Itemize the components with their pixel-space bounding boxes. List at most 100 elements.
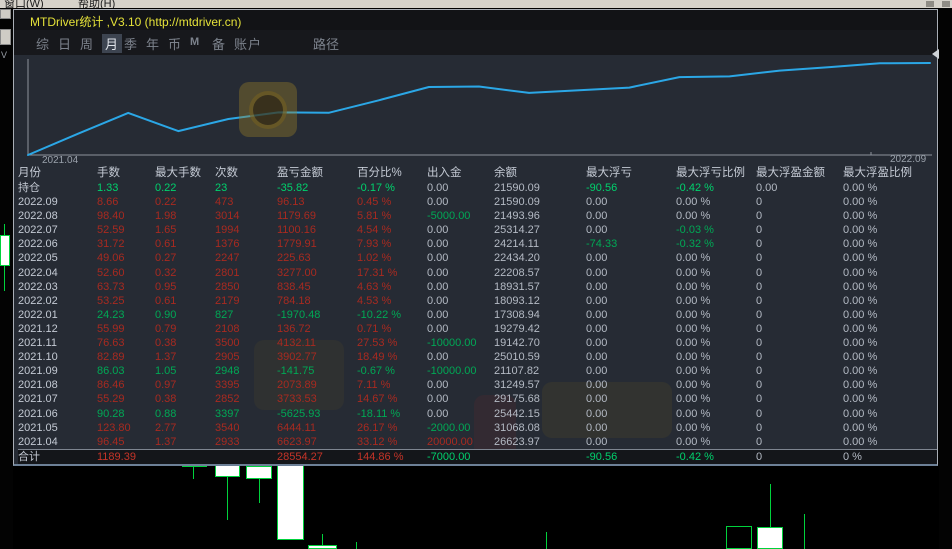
toolbar-item-path[interactable]: 路径 bbox=[313, 34, 339, 53]
cell: 2.77 bbox=[155, 421, 177, 434]
cell: 0.00 bbox=[586, 266, 608, 279]
cell: -74.33 bbox=[586, 238, 618, 251]
cell: 0.00 bbox=[586, 252, 608, 265]
cell: 6444.11 bbox=[277, 421, 316, 434]
cell: 0.00 bbox=[427, 351, 449, 364]
cell: 0.45 % bbox=[357, 196, 392, 209]
toolbar-item-年[interactable]: 年 bbox=[146, 34, 160, 53]
cell: 0.00 % bbox=[676, 365, 711, 378]
toolbar-item-备[interactable]: 备 bbox=[212, 34, 226, 53]
cell: 22208.57 bbox=[494, 266, 540, 279]
cell: 96.13 bbox=[277, 196, 305, 209]
cell: 0.38 bbox=[155, 337, 177, 350]
cell: 2022.01 bbox=[18, 308, 58, 321]
cell: -0.42 % bbox=[676, 182, 714, 194]
toolbar-item-账户[interactable]: 账户 bbox=[234, 34, 262, 53]
cell: 0.38 bbox=[155, 393, 177, 406]
toolbar-icon[interactable] bbox=[0, 9, 11, 19]
cell: 25442.15 bbox=[494, 407, 540, 420]
cell: 2021.07 bbox=[18, 393, 58, 406]
cell: 2247 bbox=[215, 252, 240, 265]
cell: 90.28 bbox=[97, 407, 125, 420]
cell: 0.88 bbox=[155, 407, 177, 420]
cell: -10.22 % bbox=[357, 308, 402, 321]
cell: 17308.94 bbox=[494, 308, 540, 321]
cell: 1.65 bbox=[155, 224, 177, 237]
cell: 22434.20 bbox=[494, 252, 540, 265]
cell: 7.11 % bbox=[357, 379, 391, 392]
cell: 3733.53 bbox=[277, 393, 317, 406]
cell: 0.00 % bbox=[676, 266, 711, 279]
cell: 123.80 bbox=[97, 421, 131, 434]
cell: 0.00 % bbox=[843, 280, 878, 293]
cell: 3395 bbox=[215, 379, 240, 392]
cell: 838.45 bbox=[277, 280, 311, 293]
desktop: { "menu_bar": { "items": ["窗口(W)", "帮助(H… bbox=[0, 0, 952, 549]
toolbar-item-M[interactable]: M bbox=[190, 36, 200, 48]
cell: -18.11 % bbox=[357, 407, 401, 420]
cell: 0.00 bbox=[586, 351, 608, 364]
toolbar-item-季[interactable]: 季 bbox=[124, 34, 138, 53]
menubar-icon[interactable] bbox=[926, 1, 934, 7]
menu-item-window[interactable]: 窗口(W) bbox=[4, 0, 44, 8]
window-titlebar[interactable]: MTDriver统计 ,V3.10 (http://mtdriver.cn) bbox=[14, 10, 937, 30]
cell: 0.00 % bbox=[676, 351, 711, 364]
cell: 2022.03 bbox=[18, 280, 58, 293]
table-row: 2022.06 31.72 0.61 1376 1779.91 7.93 % 0.00 242… bbox=[18, 237, 937, 251]
toolbar-item-月[interactable]: 月 bbox=[102, 34, 123, 53]
column-header: 盈亏金额 bbox=[277, 167, 323, 179]
cell: 827 bbox=[215, 308, 234, 321]
toolbar-item-币[interactable]: 币 bbox=[168, 34, 182, 53]
cell: 4.54 % bbox=[357, 224, 392, 237]
cell: 持仓 bbox=[18, 182, 40, 194]
cell: 1.98 bbox=[155, 210, 177, 223]
toolbar-item-日[interactable]: 日 bbox=[58, 34, 72, 53]
toolbar-item-综[interactable]: 综 bbox=[36, 34, 50, 53]
cell: 17.31 % bbox=[357, 266, 398, 279]
menu-item-help[interactable]: 帮助(H) bbox=[78, 0, 115, 8]
cell: 4.63 % bbox=[357, 280, 392, 293]
cell: 0 bbox=[756, 238, 763, 251]
cell: 0.00 bbox=[427, 322, 449, 335]
toolbar-item-周[interactable]: 周 bbox=[80, 34, 94, 53]
cell: 3902.77 bbox=[277, 351, 317, 364]
column-header: 余额 bbox=[494, 167, 517, 179]
cell: 2022.07 bbox=[18, 224, 58, 237]
cell: -0.17 % bbox=[357, 182, 395, 194]
menubar-icon[interactable] bbox=[942, 1, 950, 7]
cell: 0.00 % bbox=[843, 266, 878, 279]
cell: -141.75 bbox=[277, 365, 315, 378]
cell: 26623.97 bbox=[494, 435, 540, 448]
cell: 2022.06 bbox=[18, 238, 58, 251]
cell: 0.71 % bbox=[357, 322, 392, 335]
image-tool-icon[interactable] bbox=[0, 29, 11, 45]
cell: 136.72 bbox=[277, 322, 311, 335]
cell: 0.00 % bbox=[843, 238, 878, 251]
cell: 0 bbox=[756, 280, 763, 293]
cell: -1970.48 bbox=[277, 308, 321, 321]
table-row: 2022.08 98.40 1.98 3014 1179.69 5.81 % -5000.0… bbox=[18, 209, 937, 223]
cell: 473 bbox=[215, 196, 234, 209]
cell: 82.89 bbox=[97, 351, 125, 364]
window-title: MTDriver统计 ,V3.10 (http://mtdriver.cn) bbox=[30, 15, 242, 29]
cell: 0.00 % bbox=[843, 252, 878, 265]
x-axis-label-end: 2022.09 bbox=[890, 154, 927, 165]
cell: 0.22 bbox=[155, 196, 177, 209]
cell: 0.00 bbox=[427, 224, 449, 237]
cell: 0.00 bbox=[586, 308, 608, 321]
cell: 0.22 bbox=[155, 182, 177, 194]
balance-curve-line bbox=[27, 62, 931, 156]
cell: 0 bbox=[756, 308, 763, 321]
check-icon[interactable]: V bbox=[1, 50, 7, 60]
cell: 0.00 % bbox=[676, 294, 711, 307]
scroll-left-arrow-icon[interactable] bbox=[932, 49, 939, 59]
parent-menu-bar: 窗口(W) 帮助(H) bbox=[0, 0, 952, 8]
cell: 0.95 bbox=[155, 280, 177, 293]
column-header: 手数 bbox=[97, 167, 120, 179]
cell: 0.32 bbox=[155, 266, 177, 279]
cell: -0.67 % bbox=[357, 365, 395, 378]
cell: 0.00 % bbox=[676, 435, 711, 448]
table-row: 2021.04 96.45 1.37 2933 6623.97 33.12 % 20000.… bbox=[18, 435, 937, 449]
cell: 1994 bbox=[215, 224, 240, 237]
cell: 5.81 % bbox=[357, 210, 392, 223]
